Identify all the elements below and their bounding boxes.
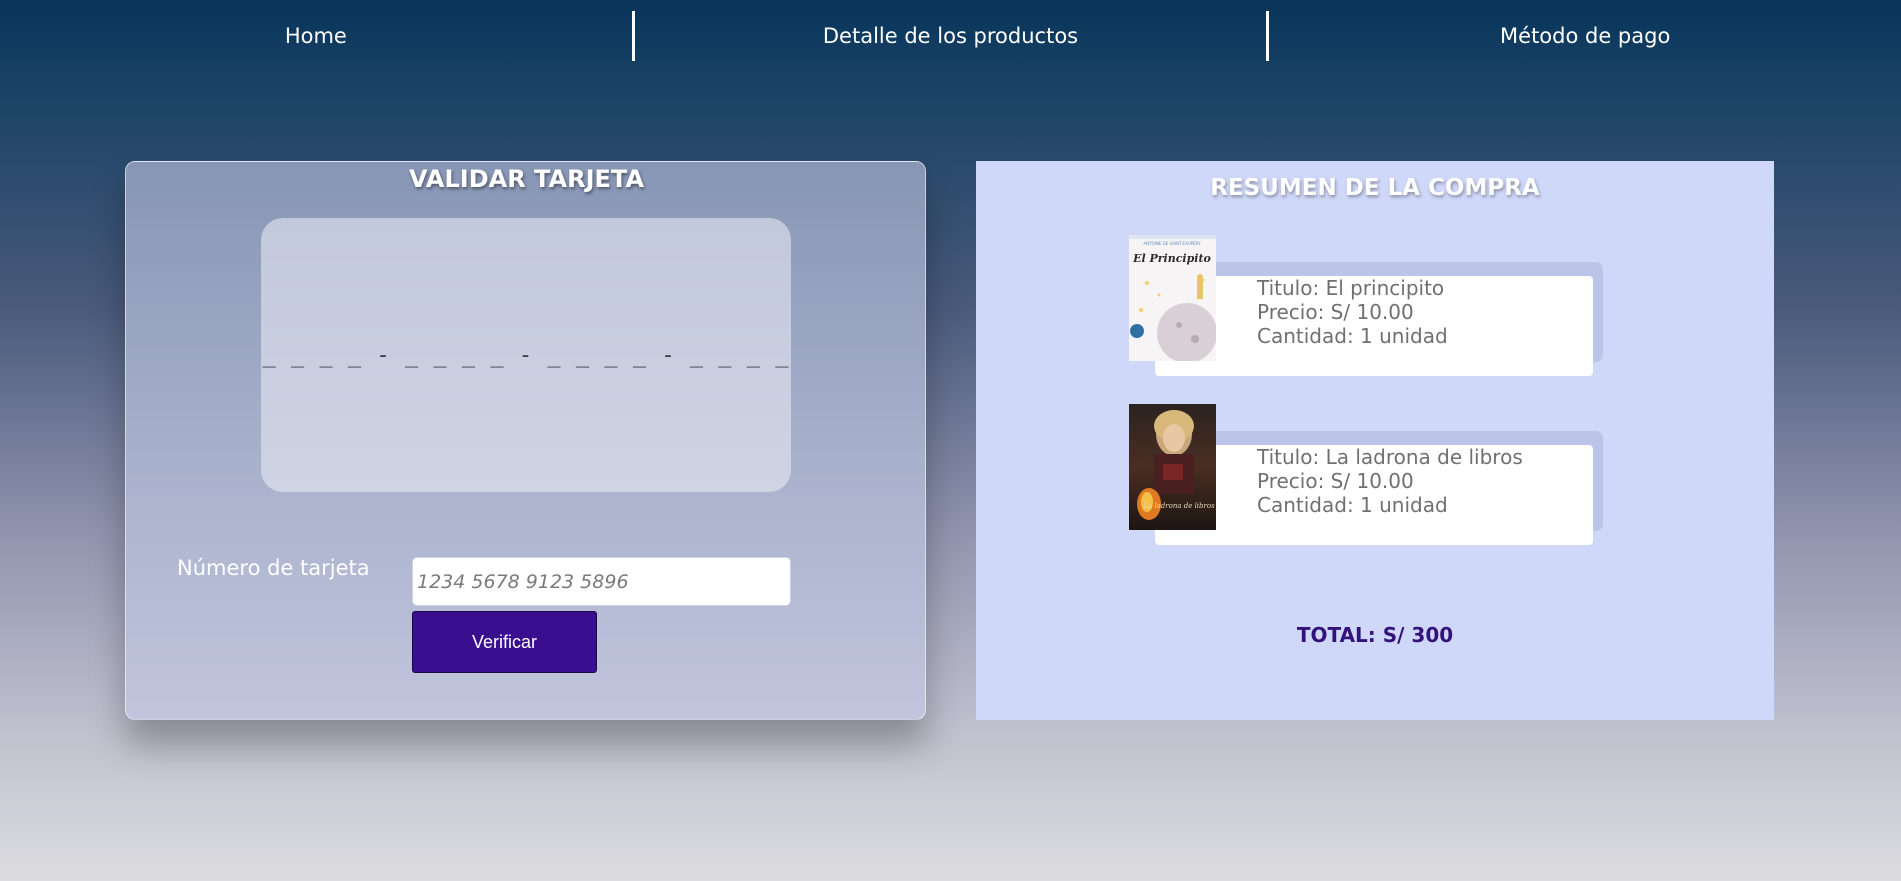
- card-number-label: Número de tarjeta: [177, 556, 370, 580]
- card-number-input[interactable]: [412, 557, 791, 606]
- book-title-text: El Principito: [1132, 252, 1211, 265]
- purchase-summary-title: RESUMEN DE LA COMPRA: [1210, 175, 1540, 201]
- nav-home-link[interactable]: Home: [0, 0, 632, 72]
- product-price: Precio: S/ 10.00: [1257, 469, 1414, 493]
- validate-card-panel: VALIDAR TARJETA _ _ _ _ - _ _ _ _ - _ _ …: [125, 161, 926, 720]
- product-quantity: Cantidad: 1 unidad: [1257, 493, 1448, 517]
- nav-product-details-label: Detalle de los productos: [822, 24, 1079, 48]
- product-title: Titulo: El principito: [1257, 276, 1445, 300]
- book-author-text: ANTOINE DE SAINT-EXUPÉRY: [1143, 241, 1201, 246]
- credit-card-preview: _ _ _ _ - _ _ _ _ - _ _ _ _ - _ _ _ _: [261, 218, 791, 492]
- nav-payment-method-label: Método de pago: [1500, 24, 1671, 48]
- book-cover-image: ANTOINE DE SAINT-EXUPÉRY El Principito: [1129, 235, 1216, 361]
- product-title: Titulo: La ladrona de libros: [1257, 445, 1523, 469]
- nav-payment-method-link[interactable]: Método de pago: [1269, 0, 1901, 72]
- top-navigation: Home Detalle de los productos Método de …: [0, 0, 1901, 72]
- nav-product-details-link[interactable]: Detalle de los productos: [635, 0, 1267, 72]
- product-price: Precio: S/ 10.00: [1257, 300, 1414, 324]
- product-item: ANTOINE DE SAINT-EXUPÉRY El Principito T…: [1129, 235, 1609, 376]
- validate-card-title: VALIDAR TARJETA: [408, 165, 645, 193]
- product-item: La ladrona de libros Titulo: La ladrona …: [1129, 404, 1609, 545]
- product-info: Titulo: La ladrona de libros Precio: S/ …: [1257, 445, 1587, 517]
- purchase-total: TOTAL: S/ 300: [1296, 623, 1454, 647]
- book-cover-image: La ladrona de libros: [1129, 404, 1216, 530]
- verify-button[interactable]: Verificar: [412, 611, 597, 673]
- product-info: Titulo: El principito Precio: S/ 10.00 C…: [1257, 276, 1587, 348]
- purchase-summary-panel: RESUMEN DE LA COMPRA ANTOINE DE SAINT-EX…: [976, 161, 1774, 720]
- product-quantity: Cantidad: 1 unidad: [1257, 324, 1448, 348]
- card-number-preview: _ _ _ _ - _ _ _ _ - _ _ _ _ - _ _ _ _: [262, 342, 790, 368]
- nav-home-label: Home: [284, 24, 347, 48]
- book-title-text: La ladrona de libros: [1142, 502, 1215, 510]
